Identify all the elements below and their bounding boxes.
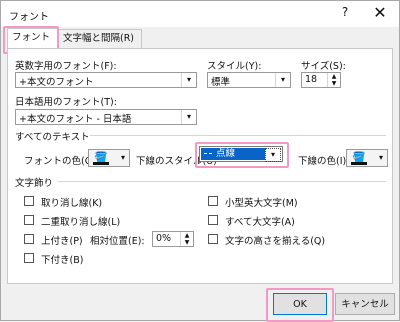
font-tab-panel: 英数字用のフォント(F): +本文のフォント ▾ スタイル(Y): 標準 ▾ サ… (7, 48, 393, 284)
font-color-swatch (93, 162, 109, 165)
font-dialog: フォント ? ✕ フォント(N) 文字幅と間隔(R) 英数字用のフォント(F):… (0, 0, 400, 322)
underline-style-value: 点線 (216, 148, 236, 159)
small-caps-checkbox[interactable] (208, 196, 218, 206)
japanese-font-label: 日本語用のフォント(T): (15, 97, 117, 108)
underline-color-button[interactable]: 🪣 ▾ (346, 149, 388, 167)
size-value: 18 (305, 74, 318, 85)
subscript-checkbox[interactable] (24, 253, 34, 263)
cancel-button[interactable]: キャンセル (335, 293, 395, 315)
underline-color-label: 下線の色(I) (298, 156, 347, 167)
western-font-label: 英数字用のフォント(F): (15, 61, 117, 72)
chevron-down-icon[interactable]: ▾ (181, 73, 196, 87)
window-title: フォント (9, 12, 49, 23)
japanese-font-value: +本文のフォント - 日本語 (19, 114, 132, 125)
tab-font[interactable]: フォント(N) (7, 28, 59, 61)
tab-character-spacing-label: 文字幅と間隔(R) (63, 33, 135, 44)
western-font-value: +本文のフォント (19, 77, 94, 88)
help-button[interactable]: ? (337, 5, 353, 21)
small-caps-label: 小型英大文字(M) (225, 198, 298, 209)
all-caps-label: すべて大文字(A) (225, 217, 295, 228)
close-button[interactable]: ✕ (369, 3, 391, 23)
underline-style-combobox[interactable]: 点線 ▾ (199, 146, 283, 162)
ok-button[interactable]: OK (273, 293, 327, 315)
chevron-down-icon[interactable]: ▾ (275, 73, 290, 87)
equalize-height-label: 文字の高さを揃える(Q) (225, 236, 326, 247)
chevron-down-icon: ▾ (378, 153, 383, 162)
offset-spinbox[interactable]: 0% ▲ ▼ (152, 231, 194, 247)
spin-arrows-icon[interactable]: ▲ ▼ (180, 232, 193, 246)
chevron-down-icon: ▾ (120, 153, 125, 162)
all-text-divider (90, 135, 386, 136)
western-font-combobox[interactable]: +本文のフォント ▾ (15, 72, 197, 88)
tab-character-spacing[interactable]: 文字幅と間隔(R) (58, 29, 142, 48)
style-combobox[interactable]: 標準 ▾ (207, 72, 291, 88)
effects-divider (58, 181, 386, 182)
superscript-label: 上付き(P) (41, 236, 83, 247)
spin-arrows-icon[interactable]: ▲ ▼ (327, 73, 340, 87)
double-strikethrough-label: 二重取り消し線(L) (41, 217, 121, 228)
double-strikethrough-checkbox[interactable] (24, 215, 34, 225)
dotted-line-icon (204, 153, 212, 154)
underline-style-selection: 点線 (201, 148, 265, 160)
subscript-label: 下付き(B) (41, 255, 84, 266)
all-text-section-label: すべてのテキスト (15, 132, 90, 143)
chevron-down-icon[interactable]: ▾ (181, 110, 196, 124)
strikethrough-checkbox[interactable] (24, 196, 34, 206)
chevron-down-icon[interactable]: ▾ (265, 148, 281, 162)
superscript-checkbox[interactable] (24, 234, 34, 244)
underline-color-swatch (351, 162, 367, 165)
all-caps-checkbox[interactable] (208, 215, 218, 225)
title-bar: フォント ? ✕ (1, 1, 399, 27)
font-color-button[interactable]: 🪣 ▾ (88, 149, 130, 167)
size-spinbox[interactable]: 18 ▲ ▼ (301, 72, 341, 88)
style-label: スタイル(Y): (207, 61, 262, 72)
japanese-font-combobox[interactable]: +本文のフォント - 日本語 ▾ (15, 109, 197, 125)
offset-label: 相対位置(E): (90, 236, 145, 247)
offset-value: 0% (156, 233, 172, 244)
effects-section-label: 文字飾り (15, 178, 54, 189)
style-value: 標準 (211, 77, 231, 88)
size-label: サイズ(S): (301, 61, 346, 72)
font-color-label: フォントの色(C) (24, 156, 96, 167)
tab-strip: フォント(N) 文字幅と間隔(R) (7, 28, 397, 61)
strikethrough-label: 取り消し線(K) (41, 198, 103, 209)
equalize-height-checkbox[interactable] (208, 234, 218, 244)
